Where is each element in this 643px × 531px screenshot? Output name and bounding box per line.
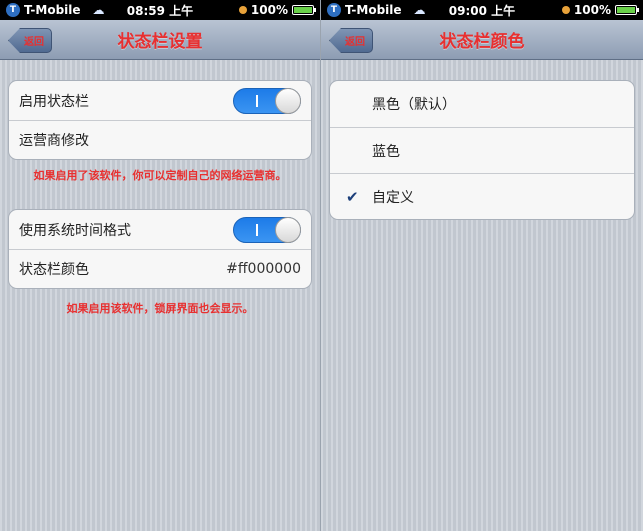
battery-icon bbox=[292, 5, 316, 15]
color-option-black[interactable]: 黑色（默认） bbox=[330, 81, 634, 127]
back-button[interactable]: 返回 bbox=[329, 28, 373, 53]
battery-percent: 100% bbox=[573, 3, 611, 17]
checkmark-icon: ✔ bbox=[346, 187, 359, 206]
carrier-logo-icon: T bbox=[6, 3, 20, 17]
statusbar-color-label: 状态栏颜色 bbox=[19, 262, 89, 278]
nav-bar: 返回 状态栏设置 bbox=[0, 20, 320, 60]
statusbar-settings-screen: T T-Mobile ☁ 08:59 上午 100% 返回 状态栏设置 启用状态… bbox=[0, 0, 320, 531]
battery-percent: 100% bbox=[250, 3, 288, 17]
color-option-label: 黑色（默认） bbox=[372, 97, 456, 113]
enable-statusbar-row[interactable]: 启用状态栏 bbox=[9, 81, 311, 120]
enable-statusbar-toggle[interactable] bbox=[233, 87, 301, 114]
nav-bar: 返回 状态栏颜色 bbox=[321, 20, 643, 60]
cloud-icon: ☁ bbox=[413, 3, 426, 17]
carrier-name: T-Mobile bbox=[24, 3, 81, 17]
settings-group-carrier: 启用状态栏 运营商修改 bbox=[8, 80, 312, 160]
system-time-format-toggle[interactable] bbox=[233, 216, 301, 243]
status-right: 100% bbox=[238, 3, 316, 17]
back-button[interactable]: 返回 bbox=[8, 28, 52, 53]
battery-icon bbox=[615, 5, 639, 15]
alarm-icon bbox=[561, 6, 570, 14]
page-title: 状态栏颜色 bbox=[439, 32, 525, 52]
carrier-note: 如果启用了该软件，你可以定制自己的网络运营商。 bbox=[33, 169, 287, 182]
settings-group-time: 使用系统时间格式 状态栏颜色 #ff000000 bbox=[8, 209, 312, 289]
lockscreen-note: 如果启用该软件，锁屏界面也会显示。 bbox=[66, 302, 254, 315]
page-title: 状态栏设置 bbox=[117, 32, 203, 52]
status-right: 100% bbox=[561, 3, 639, 17]
carrier-logo-icon: T bbox=[327, 3, 341, 17]
enable-statusbar-label: 启用状态栏 bbox=[19, 93, 89, 110]
status-bar: T T-Mobile ☁ 08:59 上午 100% bbox=[0, 0, 320, 20]
statusbar-color-row[interactable]: 状态栏颜色 #ff000000 bbox=[9, 249, 311, 288]
statusbar-color-screen: T T-Mobile ☁ 09:00 上午 100% 返回 状态栏颜色 黑色（默… bbox=[320, 0, 643, 531]
carrier-name: T-Mobile bbox=[345, 3, 402, 17]
carrier-edit-label: 运营商修改 bbox=[19, 133, 89, 149]
color-options-list: 黑色（默认） 蓝色 ✔ 自定义 bbox=[329, 80, 635, 220]
system-time-format-label: 使用系统时间格式 bbox=[19, 222, 131, 239]
system-time-format-row[interactable]: 使用系统时间格式 bbox=[9, 210, 311, 249]
alarm-icon bbox=[238, 6, 247, 14]
color-option-label: 蓝色 bbox=[372, 143, 400, 160]
dual-screenshot: T T-Mobile ☁ 08:59 上午 100% 返回 状态栏设置 启用状态… bbox=[0, 0, 643, 531]
cloud-icon: ☁ bbox=[92, 3, 105, 17]
color-option-custom[interactable]: ✔ 自定义 bbox=[330, 173, 634, 219]
color-option-label: 自定义 bbox=[372, 189, 414, 206]
carrier-edit-row[interactable]: 运营商修改 bbox=[9, 120, 311, 159]
status-bar: T T-Mobile ☁ 09:00 上午 100% bbox=[321, 0, 643, 20]
statusbar-color-value: #ff000000 bbox=[226, 261, 301, 277]
color-option-blue[interactable]: 蓝色 bbox=[330, 127, 634, 173]
